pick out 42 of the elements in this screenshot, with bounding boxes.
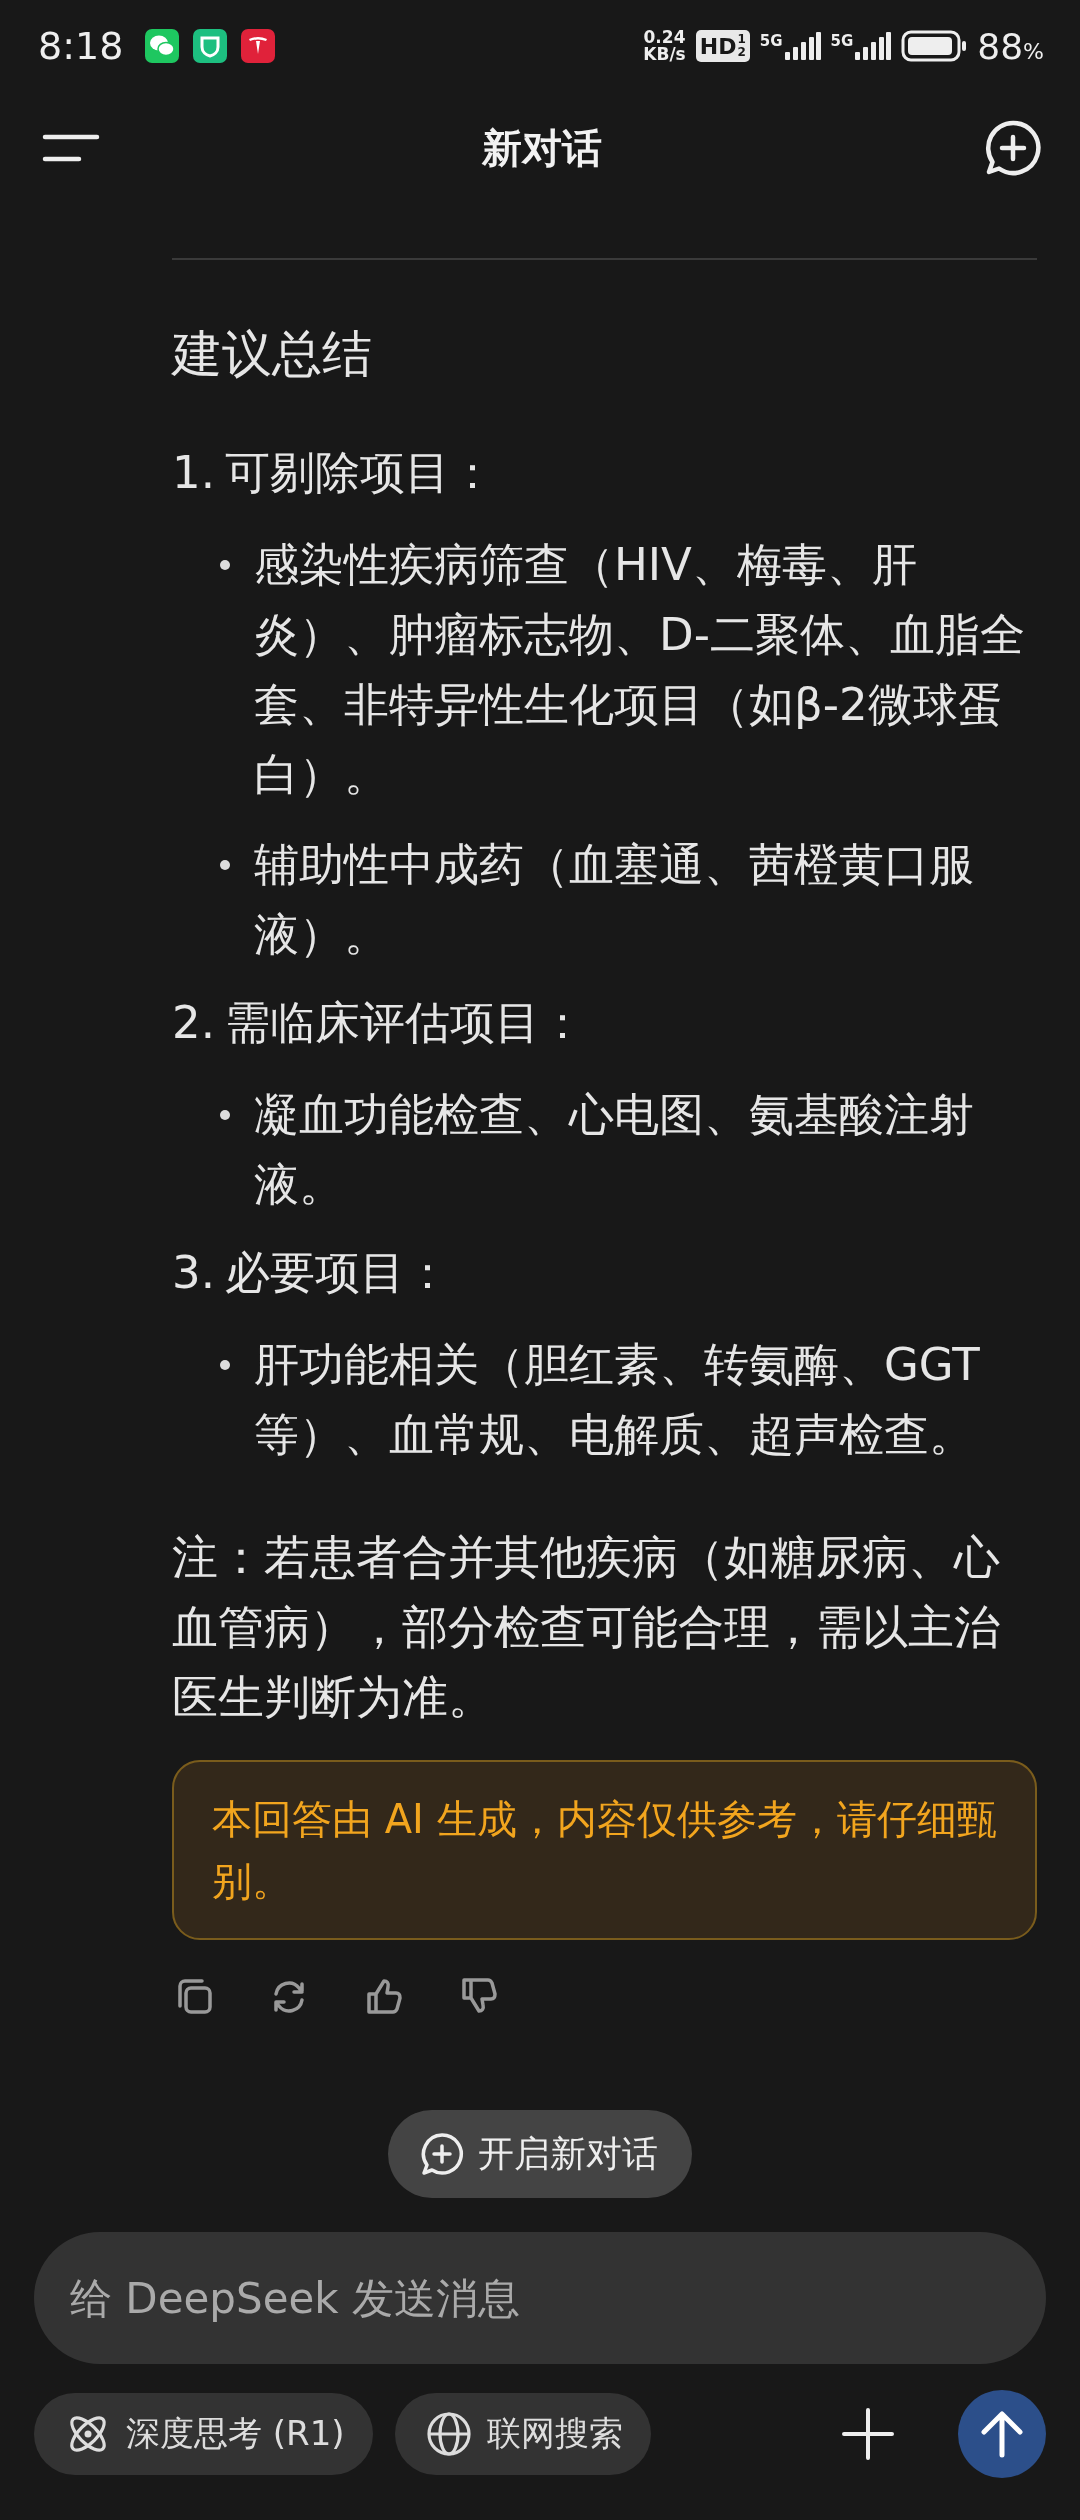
chat-plus-icon	[420, 2132, 464, 2176]
bullet-dot	[220, 1360, 230, 1370]
list-number: 1.	[172, 445, 215, 501]
speed-unit: KB/s	[643, 46, 686, 63]
signal-icon	[855, 32, 892, 60]
network-speed: 0.24	[643, 29, 686, 46]
list-number: 3.	[172, 1245, 215, 1301]
list-item-title: 必要项目：	[224, 1245, 450, 1301]
bullet-dot	[220, 860, 230, 870]
list-number: 2.	[172, 995, 215, 1051]
note-text: 注：若患者合并其他疾病（如糖尿病、心血管病），部分检查可能合理，需以主治医生判断为准。	[172, 1529, 1001, 1726]
bullet-text: 辅助性中成药（血塞通、茜橙黄口服液）。	[254, 837, 975, 963]
t-app-icon	[241, 29, 276, 63]
list-item-title: 可剔除项目：	[224, 445, 495, 501]
chat-title: 新对话	[482, 123, 602, 173]
arrow-up-icon	[979, 2409, 1025, 2459]
section-heading: 建议总结	[172, 324, 373, 385]
bullet-text: 凝血功能检查、心电图、氨基酸注射液。	[254, 1087, 975, 1213]
ai-disclaimer: 本回答由 AI 生成，内容仅供参考，请仔细甄别。	[172, 1760, 1037, 1940]
start-new-chat-button[interactable]: 开启新对话	[388, 2110, 692, 2198]
network-type: 5G	[830, 32, 854, 50]
status-time: 8:18	[38, 24, 124, 68]
bullet-dot	[220, 1110, 230, 1120]
new-chat-button[interactable]	[984, 119, 1042, 177]
like-button[interactable]	[364, 1976, 404, 2016]
web-search-toggle[interactable]: 联网搜索	[394, 2393, 651, 2475]
shield-app-icon	[193, 29, 228, 63]
dislike-button[interactable]	[459, 1976, 499, 2016]
add-attachment-button[interactable]	[840, 2406, 896, 2462]
list-item-title: 需临床评估项目：	[224, 995, 585, 1051]
globe-icon	[424, 2410, 473, 2458]
bullet-text: 肝功能相关（胆红素、转氨酶、GGT等）、血常规、电解质、超声检查。	[254, 1337, 981, 1463]
deep-think-toggle[interactable]: 深度思考 (R1)	[34, 2393, 373, 2475]
signal-icon	[784, 32, 821, 60]
menu-button[interactable]	[42, 133, 100, 163]
chat-app-icon	[145, 29, 180, 63]
bullet-text: 感染性疾病筛查（HIV、梅毒、肝炎）、肿瘤标志物、D-二聚体、血脂全套、非特异性生化项目（如β-2微球蛋白）。	[254, 537, 1026, 803]
bullet-dot	[220, 560, 230, 570]
battery-level: 88%	[977, 25, 1044, 67]
battery-icon	[901, 30, 968, 62]
network-type: 5G	[759, 32, 783, 50]
message-input[interactable]: 给 DeepSeek 发送消息	[34, 2232, 1046, 2364]
